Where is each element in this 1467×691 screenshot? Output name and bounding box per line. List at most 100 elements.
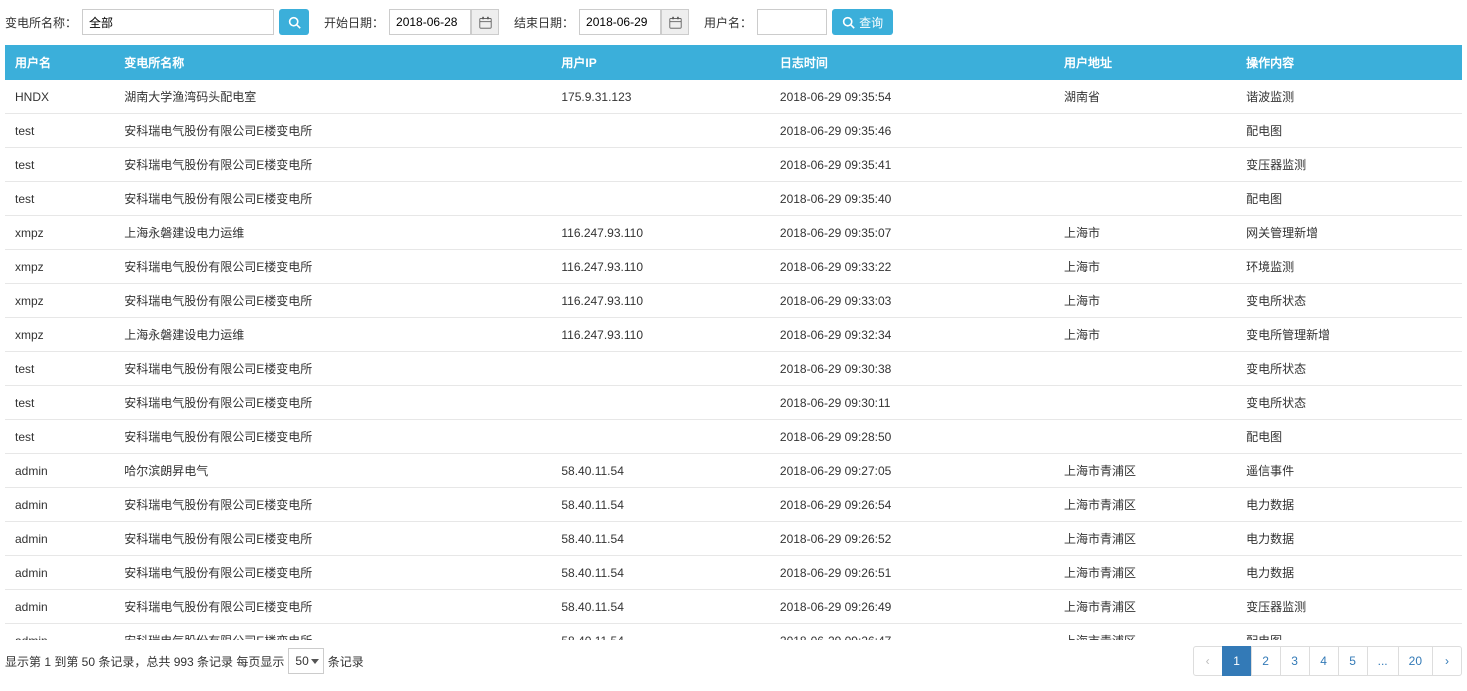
search-icon bbox=[842, 16, 855, 29]
cell-time: 2018-06-29 09:35:41 bbox=[770, 148, 1054, 182]
cell-ip bbox=[551, 420, 770, 454]
cell-time: 2018-06-29 09:32:34 bbox=[770, 318, 1054, 352]
search-icon bbox=[288, 16, 301, 29]
page-20[interactable]: 20 bbox=[1398, 646, 1433, 676]
header-op[interactable]: 操作内容 bbox=[1236, 45, 1462, 80]
cell-station: 安科瑞电气股份有限公司E楼变电所 bbox=[114, 522, 551, 556]
table-row[interactable]: test安科瑞电气股份有限公司E楼变电所2018-06-29 09:35:46配… bbox=[5, 114, 1462, 148]
cell-op: 环境监测 bbox=[1236, 250, 1462, 284]
cell-ip bbox=[551, 352, 770, 386]
table-scroll-area[interactable]: 用户名 变电所名称 用户IP 日志时间 用户地址 操作内容 HNDX湖南大学渔湾… bbox=[5, 45, 1462, 640]
station-label: 变电所名称： bbox=[5, 14, 77, 31]
table-row[interactable]: xmpz安科瑞电气股份有限公司E楼变电所116.247.93.1102018-0… bbox=[5, 284, 1462, 318]
table-row[interactable]: admin哈尔滨朗昇电气58.40.11.542018-06-29 09:27:… bbox=[5, 454, 1462, 488]
cell-station: 安科瑞电气股份有限公司E楼变电所 bbox=[114, 420, 551, 454]
cell-station: 湖南大学渔湾码头配电室 bbox=[114, 80, 551, 114]
table-row[interactable]: test安科瑞电气股份有限公司E楼变电所2018-06-29 09:35:41变… bbox=[5, 148, 1462, 182]
table-header-row: 用户名 变电所名称 用户IP 日志时间 用户地址 操作内容 bbox=[5, 45, 1462, 80]
end-date-group bbox=[579, 9, 689, 35]
username-input[interactable] bbox=[757, 9, 827, 35]
page-1[interactable]: 1 bbox=[1222, 646, 1252, 676]
cell-user: test bbox=[5, 386, 114, 420]
header-user[interactable]: 用户名 bbox=[5, 45, 114, 80]
station-search-button[interactable] bbox=[279, 9, 309, 35]
cell-user: xmpz bbox=[5, 318, 114, 352]
header-ip[interactable]: 用户IP bbox=[551, 45, 770, 80]
cell-time: 2018-06-29 09:30:11 bbox=[770, 386, 1054, 420]
cell-station: 哈尔滨朗昇电气 bbox=[114, 454, 551, 488]
cell-addr: 上海市青浦区 bbox=[1054, 488, 1236, 522]
header-addr[interactable]: 用户地址 bbox=[1054, 45, 1236, 80]
username-label: 用户名： bbox=[704, 14, 752, 31]
cell-op: 配电图 bbox=[1236, 624, 1462, 641]
cell-ip: 58.40.11.54 bbox=[551, 488, 770, 522]
cell-addr: 上海市 bbox=[1054, 216, 1236, 250]
cell-station: 安科瑞电气股份有限公司E楼变电所 bbox=[114, 114, 551, 148]
cell-station: 安科瑞电气股份有限公司E楼变电所 bbox=[114, 250, 551, 284]
cell-addr bbox=[1054, 420, 1236, 454]
page-next[interactable]: › bbox=[1432, 646, 1462, 676]
cell-addr: 上海市青浦区 bbox=[1054, 454, 1236, 488]
table-row[interactable]: admin安科瑞电气股份有限公司E楼变电所58.40.11.542018-06-… bbox=[5, 522, 1462, 556]
cell-user: test bbox=[5, 420, 114, 454]
cell-station: 安科瑞电气股份有限公司E楼变电所 bbox=[114, 624, 551, 641]
page-4[interactable]: 4 bbox=[1309, 646, 1339, 676]
cell-addr bbox=[1054, 352, 1236, 386]
cell-user: HNDX bbox=[5, 80, 114, 114]
cell-user: admin bbox=[5, 454, 114, 488]
cell-user: admin bbox=[5, 624, 114, 641]
query-button-label: 查询 bbox=[859, 14, 883, 31]
cell-addr: 上海市青浦区 bbox=[1054, 624, 1236, 641]
table-row[interactable]: xmpz上海永磐建设电力运维116.247.93.1102018-06-29 0… bbox=[5, 318, 1462, 352]
table-footer: 显示第 1 到第 50 条记录，总共 993 条记录 每页显示 50 条记录 ‹… bbox=[5, 640, 1462, 676]
table-row[interactable]: xmpz上海永磐建设电力运维116.247.93.1102018-06-29 0… bbox=[5, 216, 1462, 250]
table-row[interactable]: admin安科瑞电气股份有限公司E楼变电所58.40.11.542018-06-… bbox=[5, 556, 1462, 590]
cell-user: test bbox=[5, 352, 114, 386]
page-3[interactable]: 3 bbox=[1280, 646, 1310, 676]
footer-info: 显示第 1 到第 50 条记录，总共 993 条记录 每页显示 50 条记录 bbox=[5, 648, 364, 674]
cell-time: 2018-06-29 09:33:03 bbox=[770, 284, 1054, 318]
calendar-icon bbox=[479, 16, 492, 29]
page-2[interactable]: 2 bbox=[1251, 646, 1281, 676]
start-date-input[interactable] bbox=[389, 9, 471, 35]
table-row[interactable]: test安科瑞电气股份有限公司E楼变电所2018-06-29 09:30:38变… bbox=[5, 352, 1462, 386]
table-row[interactable]: admin安科瑞电气股份有限公司E楼变电所58.40.11.542018-06-… bbox=[5, 488, 1462, 522]
cell-time: 2018-06-29 09:35:54 bbox=[770, 80, 1054, 114]
page-prev[interactable]: ‹ bbox=[1193, 646, 1223, 676]
cell-ip bbox=[551, 182, 770, 216]
table-row[interactable]: admin安科瑞电气股份有限公司E楼变电所58.40.11.542018-06-… bbox=[5, 624, 1462, 641]
cell-ip: 58.40.11.54 bbox=[551, 624, 770, 641]
cell-ip: 116.247.93.110 bbox=[551, 250, 770, 284]
header-time[interactable]: 日志时间 bbox=[770, 45, 1054, 80]
cell-time: 2018-06-29 09:26:49 bbox=[770, 590, 1054, 624]
cell-ip: 116.247.93.110 bbox=[551, 318, 770, 352]
cell-time: 2018-06-29 09:35:40 bbox=[770, 182, 1054, 216]
cell-time: 2018-06-29 09:26:52 bbox=[770, 522, 1054, 556]
cell-station: 上海永磐建设电力运维 bbox=[114, 216, 551, 250]
header-station[interactable]: 变电所名称 bbox=[114, 45, 551, 80]
end-date-calendar-button[interactable] bbox=[661, 9, 689, 35]
cell-station: 安科瑞电气股份有限公司E楼变电所 bbox=[114, 182, 551, 216]
end-date-input[interactable] bbox=[579, 9, 661, 35]
table-row[interactable]: HNDX湖南大学渔湾码头配电室175.9.31.1232018-06-29 09… bbox=[5, 80, 1462, 114]
page-size-select[interactable]: 50 bbox=[288, 648, 323, 674]
table-row[interactable]: test安科瑞电气股份有限公司E楼变电所2018-06-29 09:35:40配… bbox=[5, 182, 1462, 216]
cell-station: 安科瑞电气股份有限公司E楼变电所 bbox=[114, 590, 551, 624]
query-button[interactable]: 查询 bbox=[832, 9, 893, 35]
table-row[interactable]: test安科瑞电气股份有限公司E楼变电所2018-06-29 09:30:11变… bbox=[5, 386, 1462, 420]
cell-station: 安科瑞电气股份有限公司E楼变电所 bbox=[114, 386, 551, 420]
start-date-calendar-button[interactable] bbox=[471, 9, 499, 35]
cell-time: 2018-06-29 09:27:05 bbox=[770, 454, 1054, 488]
table-row[interactable]: xmpz安科瑞电气股份有限公司E楼变电所116.247.93.1102018-0… bbox=[5, 250, 1462, 284]
cell-addr bbox=[1054, 386, 1236, 420]
cell-station: 安科瑞电气股份有限公司E楼变电所 bbox=[114, 556, 551, 590]
station-input[interactable] bbox=[82, 9, 274, 35]
cell-op: 遥信事件 bbox=[1236, 454, 1462, 488]
cell-time: 2018-06-29 09:33:22 bbox=[770, 250, 1054, 284]
cell-op: 配电图 bbox=[1236, 420, 1462, 454]
cell-op: 配电图 bbox=[1236, 114, 1462, 148]
table-row[interactable]: admin安科瑞电气股份有限公司E楼变电所58.40.11.542018-06-… bbox=[5, 590, 1462, 624]
cell-time: 2018-06-29 09:26:54 bbox=[770, 488, 1054, 522]
page-5[interactable]: 5 bbox=[1338, 646, 1368, 676]
table-row[interactable]: test安科瑞电气股份有限公司E楼变电所2018-06-29 09:28:50配… bbox=[5, 420, 1462, 454]
